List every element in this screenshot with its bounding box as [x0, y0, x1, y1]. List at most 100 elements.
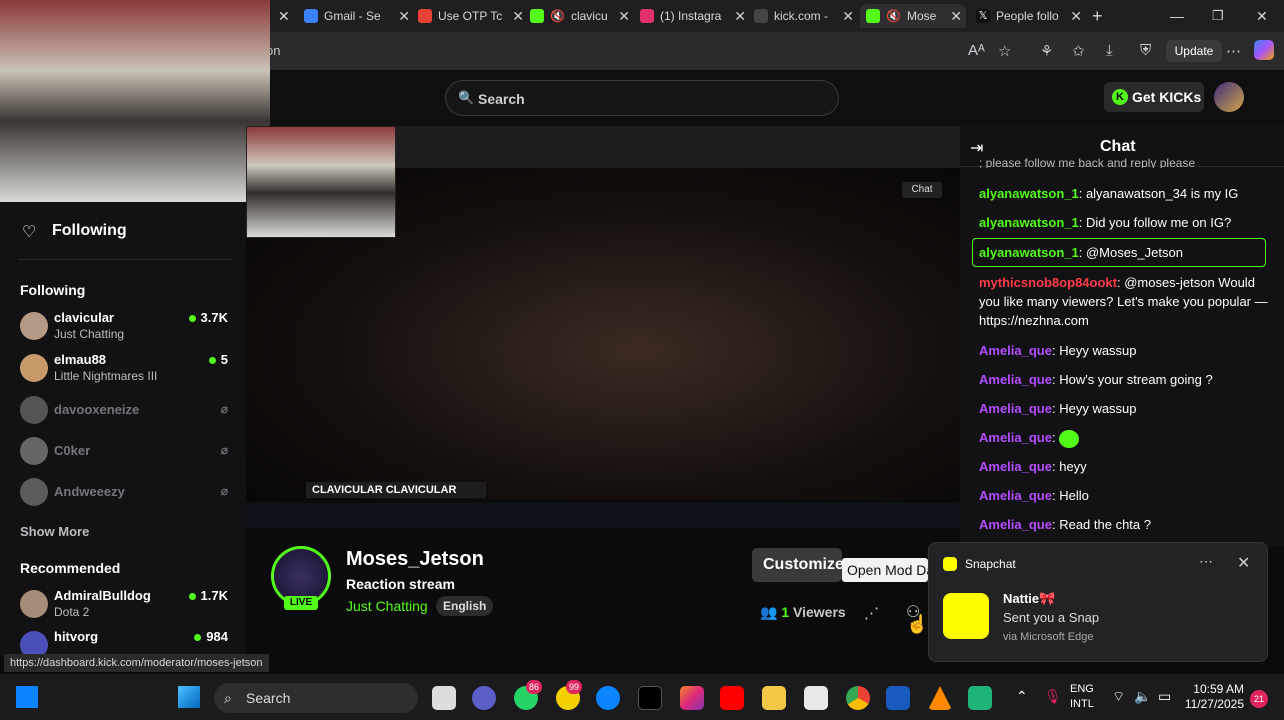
copilot-icon[interactable]: [1254, 40, 1274, 60]
windows-start-icon[interactable]: [178, 686, 200, 708]
favorites-icon[interactable]: ✩: [1072, 42, 1085, 60]
sidebar-channel-clavicular[interactable]: clavicular Just Chatting 3.7K: [20, 310, 232, 344]
minimize-button[interactable]: —: [1170, 4, 1184, 28]
divider: [18, 259, 232, 260]
kick-icon: [866, 9, 880, 23]
extension-icon[interactable]: ⚘: [1040, 42, 1053, 60]
viewer-count: 984: [194, 629, 228, 644]
file-explorer-icon[interactable]: [762, 686, 786, 710]
snapchat-notification[interactable]: Snapchat ⋯ ✕ Nattie🎀 Sent you a Snap via…: [928, 542, 1268, 662]
favorite-star-icon[interactable]: ☆: [998, 42, 1011, 60]
avatar: [20, 478, 48, 506]
kicks-coin-icon: K: [1112, 89, 1128, 105]
tab-kick-search[interactable]: kick.com - ✕: [754, 4, 854, 28]
tab-moses-active[interactable]: 🔇 Mose ✕: [860, 4, 966, 28]
widgets-icon[interactable]: [16, 686, 38, 708]
sidebar-channel-admiralbulldog[interactable]: AdmiralBulldog Dota 2 1.7K: [20, 588, 232, 622]
volume-icon[interactable]: 🔈: [1134, 688, 1151, 705]
download-icon[interactable]: ⤓: [1106, 42, 1113, 59]
streamer-name[interactable]: Moses_Jetson: [346, 548, 484, 571]
close-tab-icon[interactable]: ✕: [842, 8, 854, 25]
close-tab-icon[interactable]: ✕: [950, 8, 962, 25]
edge-icon[interactable]: [596, 686, 620, 710]
sidebar-channel-andweeezy[interactable]: Andweeezy ⌀: [20, 476, 232, 510]
chrome-icon[interactable]: [846, 686, 870, 710]
teams-icon[interactable]: [472, 686, 496, 710]
app-badge: 99: [566, 680, 582, 694]
webcam-overlay-mirror: [246, 126, 396, 238]
gmail-m-icon: [418, 9, 432, 23]
notification-text: Sent you a Snap: [1003, 610, 1100, 625]
sidebar: ♡ Following Following clavicular Just Ch…: [0, 126, 246, 659]
close-tab-icon[interactable]: ✕: [398, 8, 410, 25]
kick-icon: [530, 9, 544, 23]
close-tab-icon[interactable]: ✕: [618, 8, 630, 25]
app-icon[interactable]: [968, 686, 992, 710]
sidebar-channel-elmau88[interactable]: elmau88 Little Nightmares III 5: [20, 352, 232, 386]
battery-icon[interactable]: ▭: [1158, 688, 1171, 705]
window-close-button[interactable]: ✕: [1256, 4, 1268, 28]
live-dot: [188, 593, 196, 600]
following-section-title: Following: [20, 282, 86, 298]
snapchat-ghost-icon: [943, 593, 989, 639]
sidebar-channel-davooxeneize[interactable]: davooxeneize ⌀: [20, 394, 232, 428]
sidebar-channel-c0ker[interactable]: C0ker ⌀: [20, 435, 232, 469]
tab-otp[interactable]: Use OTP Tc ✕: [418, 4, 524, 28]
language-indicator[interactable]: ENG INTL: [1070, 682, 1094, 712]
new-tab-button[interactable]: +: [1092, 4, 1103, 28]
store-icon[interactable]: [804, 686, 828, 710]
word-icon[interactable]: [886, 686, 910, 710]
read-aloud-icon[interactable]: A͏ᴬ: [968, 42, 985, 59]
microphone-icon[interactable]: 🎙: [1044, 688, 1062, 705]
more-menu-icon[interactable]: ⋯: [1226, 42, 1241, 60]
user-avatar[interactable]: [1214, 82, 1244, 112]
shield-icon[interactable]: ⛨: [1140, 42, 1151, 59]
tab-clavicular[interactable]: 🔇 clavicu ✕: [530, 4, 630, 28]
status-bar-url: https://dashboard.kick.com/moderator/mos…: [4, 654, 269, 672]
taskbar-search[interactable]: ⌕ Search: [214, 683, 418, 713]
notification-count-badge[interactable]: 21: [1250, 690, 1268, 708]
category-link[interactable]: Just Chatting: [346, 598, 428, 614]
tab-instagram[interactable]: (1) Instagra ✕: [640, 4, 746, 28]
instagram-icon[interactable]: [680, 686, 704, 710]
update-button[interactable]: Update: [1166, 40, 1222, 62]
task-view-icon[interactable]: [432, 686, 456, 710]
chevron-up-icon[interactable]: ⌃: [1016, 688, 1028, 705]
avatar: [20, 437, 48, 465]
get-kicks-button[interactable]: K Get KICKs: [1104, 82, 1204, 112]
close-tab-icon[interactable]: ✕: [1070, 8, 1082, 25]
language-tag[interactable]: English: [436, 596, 494, 616]
share-icon[interactable]: ⋰: [864, 604, 879, 622]
muted-icon[interactable]: 🔇: [886, 9, 901, 23]
customize-button[interactable]: Customize: [752, 548, 842, 582]
chat-message: Amelia_que: How's your stream going ?: [979, 372, 1213, 387]
tab-x-people[interactable]: 𝕏 People follo ✕: [976, 4, 1082, 28]
tab-gmail[interactable]: Gmail - Se ✕: [304, 4, 410, 28]
close-tab-icon[interactable]: ✕: [278, 4, 290, 28]
muted-icon[interactable]: 🔇: [550, 9, 565, 23]
youtube-icon[interactable]: [720, 686, 744, 710]
restore-button[interactable]: ❐: [1212, 4, 1224, 28]
search-input[interactable]: 🔍 Search: [445, 80, 839, 116]
avatar: [20, 312, 48, 340]
stream-title: Reaction stream: [346, 576, 455, 592]
viewer-count: 👥 1 Viewers: [760, 604, 846, 620]
avatar: [20, 354, 48, 382]
more-options-icon[interactable]: ⋯: [1199, 553, 1213, 570]
show-more-link[interactable]: Show More: [20, 524, 89, 539]
following-header[interactable]: Following: [52, 222, 127, 240]
tiktok-icon[interactable]: [638, 686, 662, 710]
wifi-icon[interactable]: ⌔: [1112, 688, 1125, 706]
chat-message: Amelia_que: Heyy wassup: [979, 401, 1137, 416]
viewer-count: 3.7K: [188, 310, 228, 325]
close-icon[interactable]: ✕: [1237, 553, 1250, 573]
collapse-chat-icon[interactable]: ⇥: [970, 138, 983, 158]
close-tab-icon[interactable]: ✕: [734, 8, 746, 25]
search-placeholder: Search: [478, 91, 525, 107]
mod-dashboard-tooltip: Open Mod Da: [842, 558, 928, 582]
gmail-icon: [304, 9, 318, 23]
url-field[interactable]: on: [266, 40, 946, 62]
close-tab-icon[interactable]: ✕: [512, 8, 524, 25]
clock[interactable]: 10:59 AM 11/27/2025: [1184, 682, 1244, 712]
live-dot: [194, 634, 202, 641]
